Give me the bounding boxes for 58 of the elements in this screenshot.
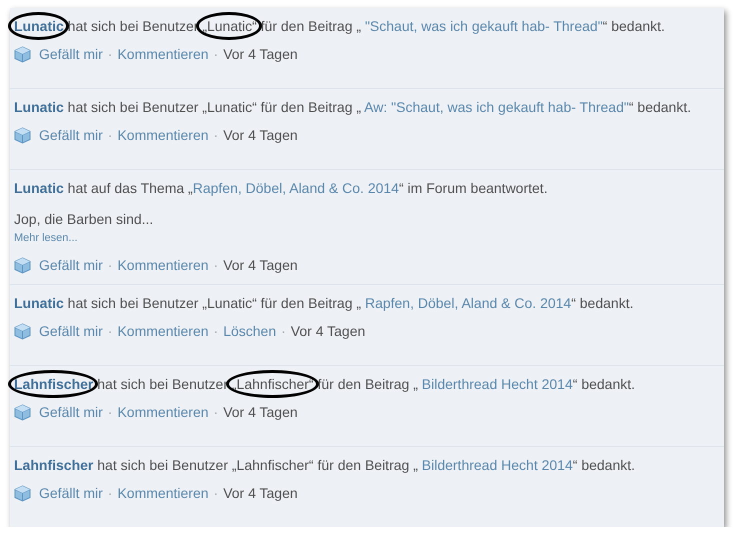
cube-icon [14, 256, 31, 274]
user-link[interactable]: Lunatic [14, 180, 64, 196]
timestamp: Vor 4 Tagen [223, 403, 298, 421]
separator-dot: · [214, 45, 218, 63]
action-link[interactable]: Kommentieren [117, 403, 209, 421]
activity-text: Lahnfischer hat sich bei Benutzer „Lahnfischer“ für den Beitrag „ Bilderthread Hecht 2014“ bedankt. [14, 456, 636, 474]
separator-dot: · [108, 126, 112, 144]
activity-text: Lunatic hat sich bei Benutzer „Lunatic“ für den Beitrag „ Aw: "Schaut, was ich gekauft hab- Thread"“ bedankt. [14, 98, 692, 116]
user-link[interactable]: Lunatic [14, 18, 64, 34]
user-link[interactable]: Lunatic [14, 99, 64, 115]
action-link[interactable]: Kommentieren [117, 484, 209, 502]
separator-dot: · [108, 256, 112, 274]
timestamp: Vor 4 Tagen [223, 126, 298, 144]
post-link[interactable]: Bilderthread Hecht 2014 [422, 457, 573, 473]
action-link[interactable]: Gefällt mir [39, 45, 103, 63]
timestamp: Vor 4 Tagen [223, 256, 298, 274]
user-link[interactable]: Lahnfischer [14, 376, 94, 392]
cube-icon [14, 322, 31, 340]
activity-text: Lunatic hat sich bei Benutzer „Lunatic“ für den Beitrag „ "Schaut, was ich gekauft hab- Thread"“ bedankt. [14, 17, 720, 35]
action-link[interactable]: Gefällt mir [39, 126, 103, 144]
post-link[interactable]: "Schaut, was ich gekauft hab- Thread" [364, 18, 603, 34]
user-link[interactable]: Lunatic [14, 295, 64, 311]
separator-dot: · [108, 484, 112, 502]
separator-dot: · [108, 322, 112, 340]
separator-dot: · [214, 484, 218, 502]
post-link[interactable]: Rapfen, Döbel, Aland & Co. 2014 [364, 295, 572, 311]
action-link[interactable]: Löschen [223, 322, 276, 340]
separator-dot: · [214, 322, 218, 340]
separator-dot: · [214, 126, 218, 144]
read-more-link[interactable]: Mehr lesen... [14, 232, 78, 244]
action-link[interactable]: Gefällt mir [39, 484, 103, 502]
activity-text: Lahnfischer hat sich bei Benutzer „Lahnfischer“ für den Beitrag „ Bilderthread Hecht 2014“ bedankt. [14, 375, 720, 393]
timestamp: Vor 4 Tagen [223, 484, 298, 502]
cube-icon [14, 484, 31, 502]
activity-text: Lunatic hat auf das Thema „Rapfen, Döbel, Aland & Co. 2014“ im Forum beantwortet. [14, 179, 549, 197]
action-link[interactable]: Gefällt mir [39, 256, 103, 274]
activity-text: Lunatic hat sich bei Benutzer „Lunatic“ für den Beitrag „ Rapfen, Döbel, Aland & Co. 2014“ bedankt. [14, 294, 634, 312]
post-snippet: Jop, die Barben sind... [14, 210, 154, 228]
cube-icon [14, 404, 31, 420]
user-link[interactable]: Lahnfischer [14, 457, 94, 473]
action-link[interactable]: Gefällt mir [39, 322, 103, 340]
cube-icon [14, 126, 31, 144]
action-link[interactable]: Gefällt mir [39, 403, 103, 421]
post-link[interactable]: Bilderthread Hecht 2014 [422, 376, 573, 392]
action-link[interactable]: Kommentieren [117, 126, 209, 144]
timestamp: Vor 4 Tagen [290, 322, 366, 340]
action-link[interactable]: Kommentieren [117, 45, 209, 63]
separator-dot: · [108, 403, 112, 421]
timestamp: Vor 4 Tagen [223, 45, 298, 63]
post-link[interactable]: Aw: "Schaut, was ich gekauft hab- Thread" [364, 99, 629, 115]
action-link[interactable]: Kommentieren [117, 256, 209, 274]
separator-dot: · [214, 256, 218, 274]
separator-dot: · [214, 403, 218, 421]
separator-dot: · [108, 45, 112, 63]
action-link[interactable]: Kommentieren [117, 322, 209, 340]
post-link[interactable]: Rapfen, Döbel, Aland & Co. 2014 [192, 180, 399, 196]
separator-dot: · [281, 322, 286, 340]
cube-icon [14, 46, 31, 62]
